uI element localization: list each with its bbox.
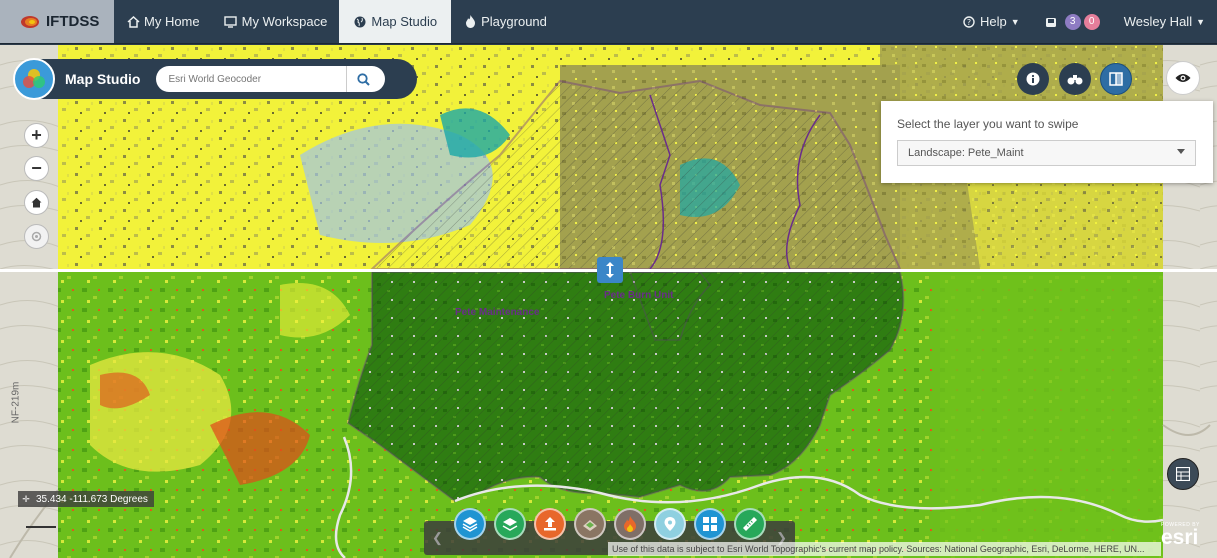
notification-badge-pink: 0 — [1083, 13, 1100, 30]
swipe-layer-panel: Select the layer you want to swipe Lands… — [881, 101, 1213, 183]
map-view[interactable]: Map Studio + − — [0, 45, 1217, 558]
home-extent-button[interactable] — [24, 190, 49, 215]
minus-icon: − — [31, 158, 42, 178]
upload-icon — [544, 517, 556, 531]
monitor-icon — [224, 15, 238, 29]
nav-my-home[interactable]: My Home — [114, 0, 212, 43]
esri-wordmark: esri — [1161, 526, 1199, 549]
layers-button[interactable] — [454, 508, 486, 540]
nav-map-studio-label: Map Studio — [371, 14, 438, 29]
map-attribution: Use of this data is subject to Esri Worl… — [608, 542, 1161, 556]
nav-my-workspace-label: My Workspace — [241, 14, 328, 29]
chevron-left-icon[interactable]: ❮ — [432, 530, 443, 546]
grid-icon — [703, 517, 717, 531]
swipe-layer-value: Landscape: Pete_Maint — [908, 147, 1024, 159]
visibility-toggle-button[interactable] — [1166, 61, 1200, 95]
user-name: Wesley Hall — [1123, 14, 1193, 29]
fire-icon — [624, 516, 636, 532]
vertical-arrows-icon — [606, 262, 614, 278]
esri-logo[interactable]: POWERED BY esri — [1161, 522, 1213, 556]
home-icon — [31, 197, 42, 208]
dashboard-button[interactable] — [694, 508, 726, 540]
help-menu[interactable]: ? Help ▼ — [950, 0, 1032, 43]
notifications-menu[interactable]: 3 0 — [1032, 0, 1112, 43]
fire-behavior-button[interactable] — [614, 508, 646, 540]
nav-my-home-label: My Home — [144, 14, 200, 29]
notification-badge-purple: 3 — [1064, 13, 1081, 30]
map-pin-icon — [664, 517, 676, 531]
swipe-icon — [1109, 72, 1123, 86]
nav-map-studio[interactable]: Map Studio — [339, 0, 452, 43]
info-icon — [1026, 72, 1040, 86]
binoculars-icon — [1067, 75, 1083, 85]
iftdss-flame-icon — [21, 15, 39, 28]
home-icon — [126, 15, 140, 29]
layers-icon — [462, 517, 478, 532]
map-studio-logo-icon — [13, 58, 55, 100]
layers-add-icon — [502, 518, 518, 531]
upload-button[interactable] — [534, 508, 566, 540]
pete-burn-unit-label: Pete Burn Unit — [604, 290, 674, 301]
pete-maintenance-label: Pete Maintenance — [455, 307, 540, 318]
brand-logo[interactable]: IFTDSS — [0, 0, 114, 43]
zoom-out-button[interactable]: − — [24, 156, 49, 181]
swipe-layer-select[interactable]: Landscape: Pete_Maint — [897, 140, 1196, 166]
identify-button[interactable] — [1059, 63, 1091, 95]
geocoder-search-input[interactable] — [156, 67, 347, 91]
user-menu[interactable]: Wesley Hall ▼ — [1112, 0, 1217, 43]
app-window: IFTDSS My Home My Workspace Map Studio P… — [0, 0, 1217, 558]
chevron-down-icon: ▼ — [1010, 16, 1020, 27]
add-layer-button[interactable] — [494, 508, 526, 540]
table-icon — [1176, 467, 1190, 481]
geocoder-search — [156, 66, 386, 92]
crosshair-icon — [31, 231, 42, 242]
basemap-gallery-button[interactable] — [1167, 458, 1199, 490]
chevron-down-icon: ▼ — [1196, 16, 1205, 27]
eye-icon — [1175, 74, 1191, 82]
zoom-in-button[interactable]: + — [24, 123, 49, 148]
top-navbar: IFTDSS My Home My Workspace Map Studio P… — [0, 0, 1217, 44]
landscape-icon — [583, 520, 597, 531]
scale-bar — [26, 526, 56, 528]
measure-button[interactable] — [734, 508, 766, 540]
ruler-icon — [743, 517, 757, 531]
brand-name: IFTDSS — [46, 13, 100, 30]
nav-playground-label: Playground — [481, 14, 547, 29]
fire-icon — [463, 15, 477, 29]
plus-icon: + — [31, 125, 42, 145]
point-tool-button[interactable] — [654, 508, 686, 540]
globe-icon — [353, 15, 367, 29]
svg-text:?: ? — [967, 18, 971, 27]
coordinate-readout: ✛ 35.434 -111.673 Degrees — [18, 491, 154, 507]
nav-my-workspace[interactable]: My Workspace — [212, 0, 340, 43]
chevron-down-icon — [1177, 149, 1185, 154]
coordinate-value: 35.434 -111.673 Degrees — [36, 493, 148, 505]
nav-playground[interactable]: Playground — [451, 0, 559, 43]
road-label: NF-219m — [10, 381, 22, 424]
swipe-tool-button[interactable] — [1100, 63, 1132, 95]
map-studio-header: Map Studio — [13, 58, 417, 100]
search-button[interactable] — [346, 66, 380, 92]
help-label: Help — [980, 14, 1007, 29]
landscape-button[interactable] — [574, 508, 606, 540]
navbar-right: ? Help ▼ 3 0 Wesley Hall ▼ — [950, 0, 1217, 43]
search-icon — [357, 72, 371, 86]
crosshair-icon[interactable]: ✛ — [19, 492, 33, 506]
swipe-handle[interactable] — [597, 257, 623, 283]
question-circle-icon: ? — [962, 15, 976, 29]
locate-button[interactable] — [24, 224, 49, 249]
inbox-icon — [1044, 15, 1058, 29]
map-studio-title: Map Studio — [65, 71, 141, 87]
info-button[interactable] — [1017, 63, 1049, 95]
swipe-prompt: Select the layer you want to swipe — [897, 117, 1079, 131]
